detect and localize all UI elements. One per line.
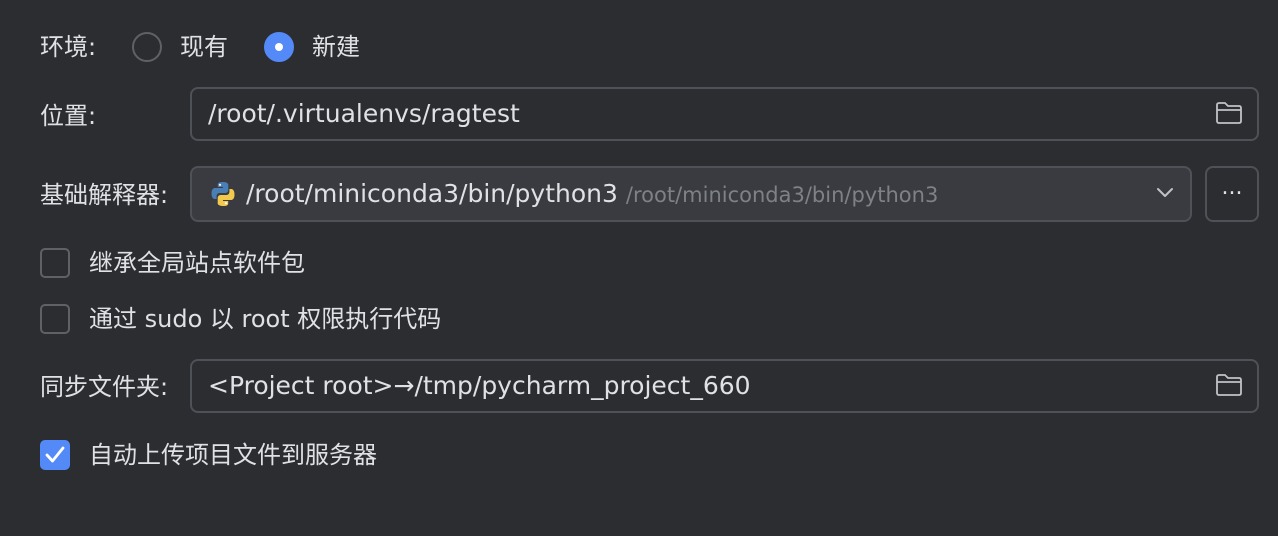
folder-icon[interactable] [1215,101,1243,125]
inherit-packages-label[interactable]: 继承全局站点软件包 [89,248,305,278]
folder-icon[interactable] [1215,373,1243,397]
python-icon [211,182,235,206]
base-interpreter-value: /root/miniconda3/bin/python3/root/minico… [246,179,938,210]
browse-interpreter-button[interactable]: ... [1205,166,1259,222]
sync-folder-value[interactable]: <Project root>→/tmp/pycharm_project_660 [208,371,751,401]
location-label: 位置: [40,102,97,130]
auto-upload-checkbox[interactable] [40,440,70,470]
radio-new-label[interactable]: 新建 [312,32,360,62]
new-environment-form: 环境: 现有 新建 位置: /root/.virtualenvs/ragtest… [0,0,1278,536]
base-interpreter-hint: /root/miniconda3/bin/python3 [625,183,939,207]
radio-existing-label[interactable]: 现有 [180,32,228,62]
location-value[interactable]: /root/.virtualenvs/ragtest [208,99,520,129]
sync-folder-field[interactable]: <Project root>→/tmp/pycharm_project_660 [190,359,1259,413]
base-interpreter-path: /root/miniconda3/bin/python3 [246,179,618,208]
base-interpreter-label: 基础解释器: [40,181,169,209]
base-interpreter-combo[interactable]: /root/miniconda3/bin/python3/root/minico… [190,166,1192,222]
checkmark-icon [45,446,65,463]
radio-existing[interactable] [132,32,162,62]
sudo-root-checkbox[interactable] [40,304,70,334]
location-field[interactable]: /root/.virtualenvs/ragtest [190,87,1259,141]
inherit-packages-checkbox[interactable] [40,248,70,278]
auto-upload-label[interactable]: 自动上传项目文件到服务器 [89,440,377,470]
environment-label: 环境: [40,33,97,61]
sync-folder-label: 同步文件夹: [40,373,169,401]
chevron-down-icon[interactable] [1156,186,1174,198]
radio-new[interactable] [264,32,294,62]
sudo-root-label[interactable]: 通过 sudo 以 root 权限执行代码 [89,304,441,334]
